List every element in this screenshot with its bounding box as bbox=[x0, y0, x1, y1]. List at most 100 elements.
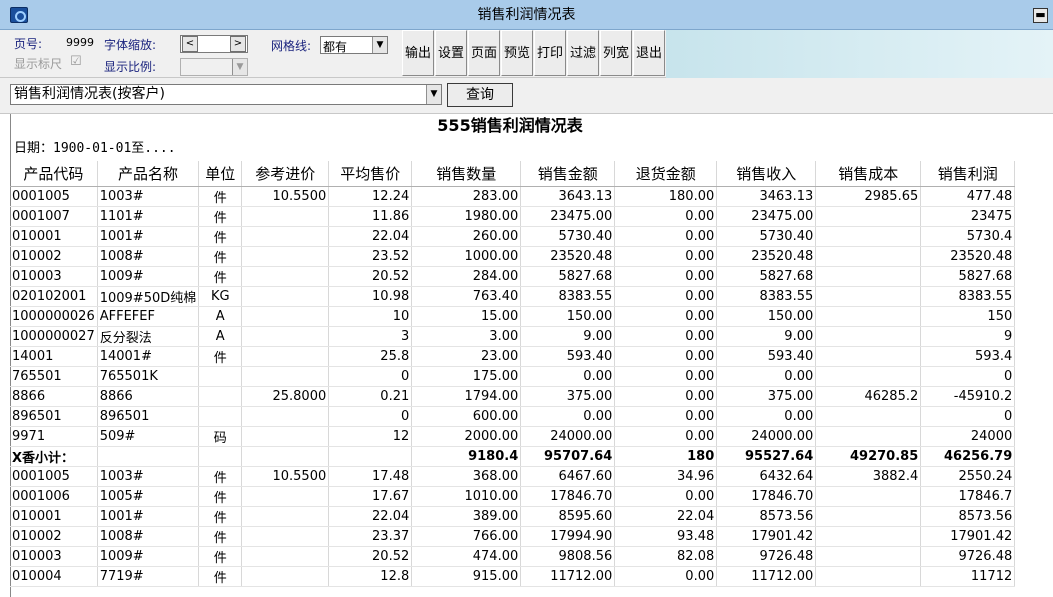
cell-sales-qty: 260.00 bbox=[411, 226, 522, 247]
column-header-sales-qty[interactable]: 销售数量 bbox=[411, 161, 522, 187]
table-row[interactable]: 765501 765501K 0 175.00 0.00 0.00 0.00 0 bbox=[10, 366, 1016, 387]
font-scale-label: 字体缩放: bbox=[104, 38, 157, 52]
column-width-button[interactable]: 列宽 bbox=[600, 30, 632, 76]
cell-product-code: 0001005 bbox=[10, 466, 98, 487]
cell-return-amount: 180 bbox=[614, 446, 718, 467]
gridline-select[interactable]: 都有 ▼ bbox=[320, 36, 388, 54]
cell-sales-cost bbox=[815, 206, 922, 227]
table-row[interactable]: 0001007 1101# 件 11.86 1980.00 23475.00 0.00 234… bbox=[10, 206, 1016, 227]
table-row[interactable]: 1000000026 AFFEFEF A 10 15.00 150.00 0.00 150.0… bbox=[10, 306, 1016, 327]
subtotal-row[interactable]: X香小计： 9180.4 95707.64 180 95527.64 49270.85 46… bbox=[10, 446, 1016, 467]
cell-sales-income: 23475.00 bbox=[716, 206, 817, 227]
toolbar-filler bbox=[666, 30, 1053, 78]
cell-avg-price: 0 bbox=[328, 406, 413, 427]
window-menu-button[interactable]: ▬ bbox=[1033, 8, 1048, 23]
table-row[interactable]: 0001005 1003# 件 10.5500 12.24 283.00 3643.13 18… bbox=[10, 186, 1016, 207]
cell-product-name: 765501K bbox=[97, 366, 200, 387]
table-row[interactable]: 010003 1009# 件 20.52 284.00 5827.68 0.00 5827.6… bbox=[10, 266, 1016, 287]
cell-product-code: 010001 bbox=[10, 226, 98, 247]
cell-sales-qty: 15.00 bbox=[411, 306, 522, 327]
chevron-down-icon[interactable]: ▼ bbox=[426, 85, 441, 104]
cell-sales-income: 5827.68 bbox=[716, 266, 817, 287]
cell-sales-profit: 46256.79 bbox=[920, 446, 1016, 467]
scale-left-icon[interactable]: < bbox=[182, 36, 198, 52]
cell-product-name: 反分裂法 bbox=[97, 326, 200, 347]
cell-unit: 件 bbox=[198, 546, 243, 567]
column-header-return-amount[interactable]: 退货金额 bbox=[614, 161, 718, 187]
column-header-sales-income[interactable]: 销售收入 bbox=[716, 161, 817, 187]
column-header-product-code[interactable]: 产品代码 bbox=[10, 161, 98, 187]
filter-button[interactable]: 过滤 bbox=[567, 30, 599, 76]
table-row[interactable]: 010001 1001# 件 22.04 389.00 8595.60 22.04 8573.… bbox=[10, 506, 1016, 527]
cell-sales-income: 5730.40 bbox=[716, 226, 817, 247]
table-row[interactable]: 9971 509# 码 12 2000.00 24000.00 0.00 24000.00 24… bbox=[10, 426, 1016, 447]
cell-sales-profit: 23475 bbox=[920, 206, 1016, 227]
cell-unit bbox=[198, 366, 243, 387]
cell-sales-profit: 150 bbox=[920, 306, 1016, 327]
query-button[interactable]: 查询 bbox=[447, 83, 513, 107]
cell-avg-price: 12.8 bbox=[328, 566, 413, 587]
table-row[interactable]: 010002 1008# 件 23.52 1000.00 23520.48 0.00 2352… bbox=[10, 246, 1016, 267]
column-header-product-name[interactable]: 产品名称 bbox=[97, 161, 200, 187]
show-ratio-label: 显示比例: bbox=[104, 60, 157, 74]
cell-sales-amount: 95707.64 bbox=[520, 446, 616, 467]
table-row[interactable]: 010004 7719# 件 12.8 915.00 11712.00 0.00 11712.… bbox=[10, 566, 1016, 587]
table-row[interactable]: 1000000027 反分裂法 A 3 3.00 9.00 0.00 9.00 9 bbox=[10, 326, 1016, 347]
table-row[interactable]: 0001006 1005# 件 17.67 1010.00 17846.70 0.00 178… bbox=[10, 486, 1016, 507]
cell-product-name: 7719# bbox=[97, 566, 200, 587]
table-row[interactable]: 010001 1001# 件 22.04 260.00 5730.40 0.00 5730.4… bbox=[10, 226, 1016, 247]
cell-product-name: AFFEFEF bbox=[97, 306, 200, 327]
cell-avg-price: 0 bbox=[328, 366, 413, 387]
gridline-value: 都有 bbox=[323, 40, 348, 54]
cell-product-name: 1009# bbox=[97, 546, 200, 567]
column-header-sales-profit[interactable]: 销售利润 bbox=[920, 161, 1016, 187]
table-row[interactable]: 896501 896501 0 600.00 0.00 0.00 0.00 0 bbox=[10, 406, 1016, 427]
report-table: 产品代码 产品名称 单位 参考进价 平均售价 销售数量 销售金额 退货金额 销售收入 销售成本 销售… bbox=[10, 161, 1016, 587]
exit-button[interactable]: 退出 bbox=[633, 30, 665, 76]
scale-right-icon[interactable]: > bbox=[230, 36, 246, 52]
cell-return-amount: 82.08 bbox=[614, 546, 718, 567]
cell-ref-cost bbox=[241, 346, 330, 367]
cell-sales-amount: 8595.60 bbox=[520, 506, 616, 527]
settings-button[interactable]: 设置 bbox=[435, 30, 467, 76]
cell-unit: 件 bbox=[198, 526, 243, 547]
cell-unit: 件 bbox=[198, 206, 243, 227]
cell-sales-profit: 477.48 bbox=[920, 186, 1016, 207]
cell-ref-cost bbox=[241, 226, 330, 247]
table-row[interactable]: 020102001 1009#50D纯棉 KG 10.98 763.40 8383.55 0… bbox=[10, 286, 1016, 307]
print-button[interactable]: 打印 bbox=[534, 30, 566, 76]
cell-sales-amount: 23520.48 bbox=[520, 246, 616, 267]
cell-sales-profit: 0 bbox=[920, 366, 1016, 387]
table-row[interactable]: 010003 1009# 件 20.52 474.00 9808.56 82.08 9726.… bbox=[10, 546, 1016, 567]
preview-button[interactable]: 预览 bbox=[501, 30, 533, 76]
page-setup-button[interactable]: 页面 bbox=[468, 30, 500, 76]
show-ratio-select[interactable]: ▼ bbox=[180, 58, 248, 76]
cell-product-name: 896501 bbox=[97, 406, 200, 427]
gridline-label: 网格线: bbox=[271, 39, 312, 53]
cell-avg-price: 12 bbox=[328, 426, 413, 447]
table-row[interactable]: 0001005 1003# 件 10.5500 17.48 368.00 6467.60 34… bbox=[10, 466, 1016, 487]
column-header-sales-amount[interactable]: 销售金额 bbox=[520, 161, 616, 187]
show-ruler-checkbox[interactable]: ☑ bbox=[70, 54, 82, 69]
cell-sales-qty: 1794.00 bbox=[411, 386, 522, 407]
cell-ref-cost bbox=[241, 286, 330, 307]
cell-sales-income: 0.00 bbox=[716, 406, 817, 427]
cell-avg-price: 10.98 bbox=[328, 286, 413, 307]
report-type-select[interactable]: 销售利润情况表(按客户) ▼ bbox=[10, 84, 442, 105]
cell-sales-income: 8383.55 bbox=[716, 286, 817, 307]
table-row[interactable]: 8866 8866 25.8000 0.21 1794.00 375.00 0.00 375.… bbox=[10, 386, 1016, 407]
chevron-down-icon[interactable]: ▼ bbox=[372, 37, 387, 53]
table-row[interactable]: 010002 1008# 件 23.37 766.00 17994.90 93.48 1790… bbox=[10, 526, 1016, 547]
cell-sales-qty: 600.00 bbox=[411, 406, 522, 427]
column-header-avg-price[interactable]: 平均售价 bbox=[328, 161, 413, 187]
table-row[interactable]: 14001 14001# 件 25.8 23.00 593.40 0.00 593.40 593… bbox=[10, 346, 1016, 367]
column-header-unit[interactable]: 单位 bbox=[198, 161, 243, 187]
chevron-down-icon[interactable]: ▼ bbox=[232, 59, 247, 75]
cell-sales-cost bbox=[815, 506, 922, 527]
cell-avg-price bbox=[328, 446, 413, 467]
column-header-sales-cost[interactable]: 销售成本 bbox=[815, 161, 922, 187]
export-button[interactable]: 输出 bbox=[402, 30, 434, 76]
column-header-ref-cost[interactable]: 参考进价 bbox=[241, 161, 330, 187]
cell-ref-cost bbox=[241, 326, 330, 347]
font-scale-slider[interactable]: < > bbox=[180, 35, 248, 53]
